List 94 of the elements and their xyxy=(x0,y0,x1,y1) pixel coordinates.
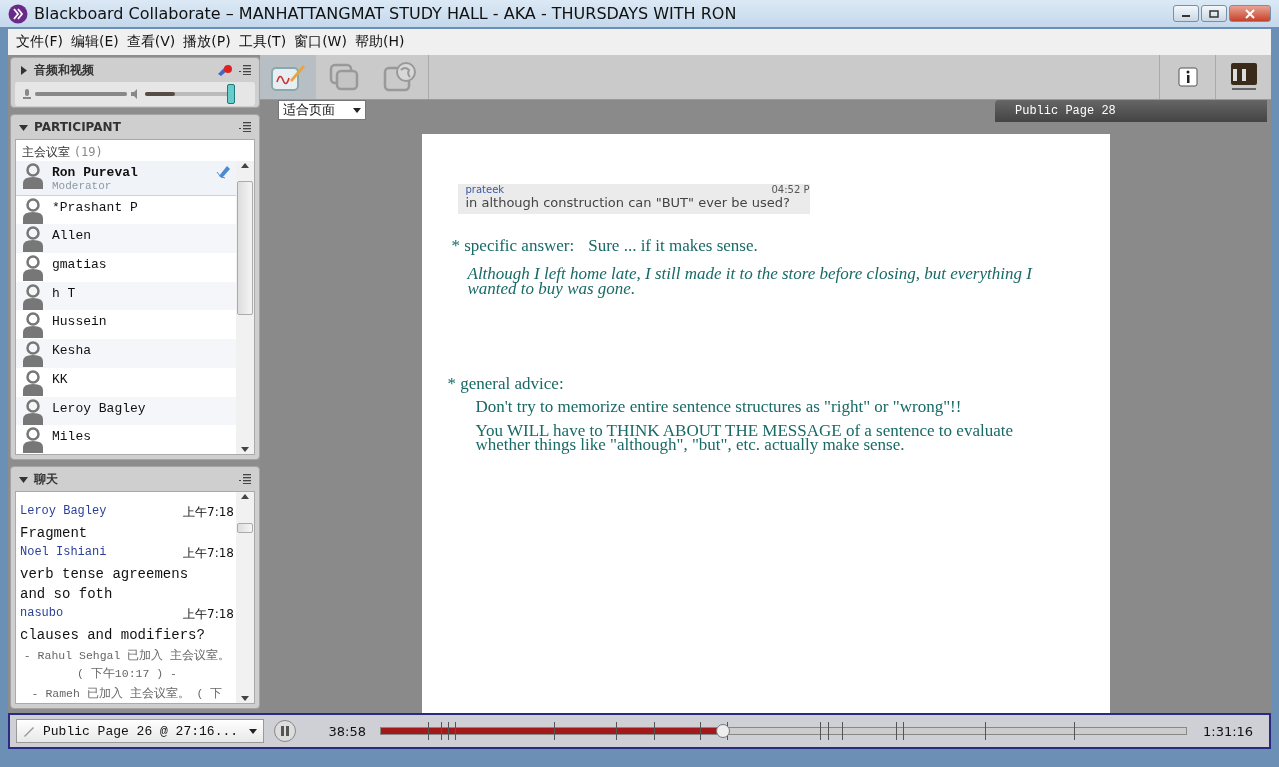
quote-time: 04:52 P xyxy=(771,184,810,195)
chat-time: 上午7:18 xyxy=(183,545,234,562)
chat-message: Fragment xyxy=(20,524,89,543)
scroll-up-icon[interactable] xyxy=(241,494,249,499)
person-icon xyxy=(22,427,44,454)
playback-timeline[interactable] xyxy=(380,720,1187,742)
scroll-down-icon[interactable] xyxy=(241,696,249,701)
whiteboard-pencil-icon xyxy=(270,62,306,92)
maximize-icon xyxy=(1209,9,1219,18)
participant-name: gmatias xyxy=(52,257,108,273)
system-message: - Rameh 已加入 主会议室。 ( 下 xyxy=(30,686,224,702)
person-icon xyxy=(22,398,44,425)
menu-item[interactable]: 查看(V) xyxy=(122,31,180,53)
panel-menu-icon[interactable] xyxy=(239,122,251,132)
participant-name: Miles xyxy=(52,429,92,445)
recording-dropdown[interactable]: Public Page 26 @ 27:16... xyxy=(16,719,264,743)
scroll-up-icon[interactable] xyxy=(241,163,249,168)
chat-message: verb tense agreemens and so foth xyxy=(20,565,190,604)
person-icon xyxy=(22,369,44,396)
panel-title: 音频和视频 xyxy=(34,61,95,79)
panel-menu-icon[interactable] xyxy=(239,474,251,484)
person-icon xyxy=(22,283,44,310)
chat-time: 上午7:18 xyxy=(183,606,234,623)
scrollbar[interactable] xyxy=(236,492,254,703)
menu-item[interactable]: 编辑(E) xyxy=(67,31,123,53)
participant-name: h T xyxy=(52,285,77,301)
app-logo-icon xyxy=(8,3,28,24)
chat-author: Noel Ishiani xyxy=(20,545,107,561)
panel-title: 聊天 xyxy=(34,470,59,488)
collapse-icon[interactable] xyxy=(19,122,28,132)
chat-author: nasubo xyxy=(20,606,64,622)
room-label: 主会议室 (19) xyxy=(21,144,104,161)
menu-item[interactable]: 帮助(H) xyxy=(350,31,409,53)
person-icon xyxy=(22,255,44,282)
participant-role: Moderator xyxy=(52,180,113,192)
elapsed-time: 38:58 xyxy=(327,723,366,739)
menu-item[interactable]: 文件(F) xyxy=(12,31,67,53)
menu-item[interactable]: 窗口(W) xyxy=(290,31,351,53)
advice-text: You WILL have to THINK ABOUT THE MESSAGE of a sentence to evaluate whether things like "although", "but", etc. actually make sense. xyxy=(475,424,1014,452)
zoom-dropdown[interactable]: 适合页面 xyxy=(278,100,366,120)
pause-button[interactable] xyxy=(274,720,296,742)
participant-row[interactable]: Leroy Bagley xyxy=(16,396,236,426)
participant-row[interactable]: Allen xyxy=(16,224,236,254)
answer-text: Sure ... if it makes sense. xyxy=(588,236,758,256)
pause-icon xyxy=(281,726,289,736)
total-time: 1:31:16 xyxy=(1203,723,1255,739)
collapse-icon[interactable] xyxy=(19,474,28,484)
participant-name: Ron Pureval xyxy=(52,165,139,180)
panel-menu-icon[interactable] xyxy=(239,65,251,75)
pencil-icon xyxy=(23,725,35,737)
participant-name: KK xyxy=(52,371,69,387)
participant-row[interactable]: Kesha xyxy=(16,339,236,368)
answer-label: * specific answer: xyxy=(451,236,575,256)
close-button[interactable] xyxy=(1229,5,1271,22)
participant-name: Leroy Bagley xyxy=(52,400,147,416)
participant-row[interactable]: Ron Pureval Moderator xyxy=(16,161,236,196)
microphone-icon xyxy=(23,89,31,99)
maximize-button[interactable] xyxy=(1201,5,1227,22)
example-sentence: Although I left home late, I still made it to the store before closing, but everything I wanted to buy was gone. xyxy=(467,266,1034,296)
info-icon xyxy=(1177,67,1198,87)
person-icon xyxy=(22,197,44,224)
chat-message: clauses and modifiers? xyxy=(20,626,206,645)
close-icon xyxy=(1245,8,1255,19)
quote-text: in although construction can "BUT" ever be used? xyxy=(465,195,791,210)
person-icon xyxy=(22,341,44,368)
minimize-button[interactable] xyxy=(1173,5,1199,22)
globe-icon xyxy=(383,62,417,92)
person-icon xyxy=(22,312,44,339)
participant-name: Hussein xyxy=(52,314,108,330)
advice-text: Don't try to memorize entire sentence structures as "right" or "wrong"!! xyxy=(475,400,963,414)
quote-author: prateek xyxy=(465,184,505,195)
scrollbar[interactable] xyxy=(236,161,254,454)
chat-author: Leroy Bagley xyxy=(20,504,107,520)
menu-item[interactable]: 工具(T) xyxy=(234,31,291,53)
scroll-down-icon[interactable] xyxy=(241,447,249,452)
scroll-thumb[interactable] xyxy=(237,522,253,533)
participant-row[interactable]: h T xyxy=(16,281,236,311)
panel-title: PARTICIPANT xyxy=(34,120,122,134)
participant-name: *Prashant P xyxy=(52,199,139,215)
menu-item[interactable]: 播放(P) xyxy=(179,31,235,53)
settings-icon[interactable] xyxy=(217,64,233,76)
advice-label: * general advice: xyxy=(447,374,565,394)
dropdown-caret-icon xyxy=(249,728,257,734)
participant-name: Allen xyxy=(52,228,92,244)
chat-time: 上午7:18 xyxy=(183,504,234,521)
person-icon xyxy=(22,226,44,253)
participant-name: Kesha xyxy=(52,343,92,359)
expand-icon[interactable] xyxy=(19,65,28,75)
windows-icon xyxy=(328,62,360,92)
dropdown-caret-icon xyxy=(353,107,361,113)
person-icon xyxy=(22,163,44,189)
system-message: - Rahul Sehgal 已加入 主会议室。 ( 下午10:17 ) - xyxy=(22,648,232,682)
window-title: Blackboard Collaborate – MANHATTANGMAT STUDY HALL - AKA - THURSDAYS WITH RON xyxy=(34,4,738,23)
scroll-thumb[interactable] xyxy=(237,180,253,315)
